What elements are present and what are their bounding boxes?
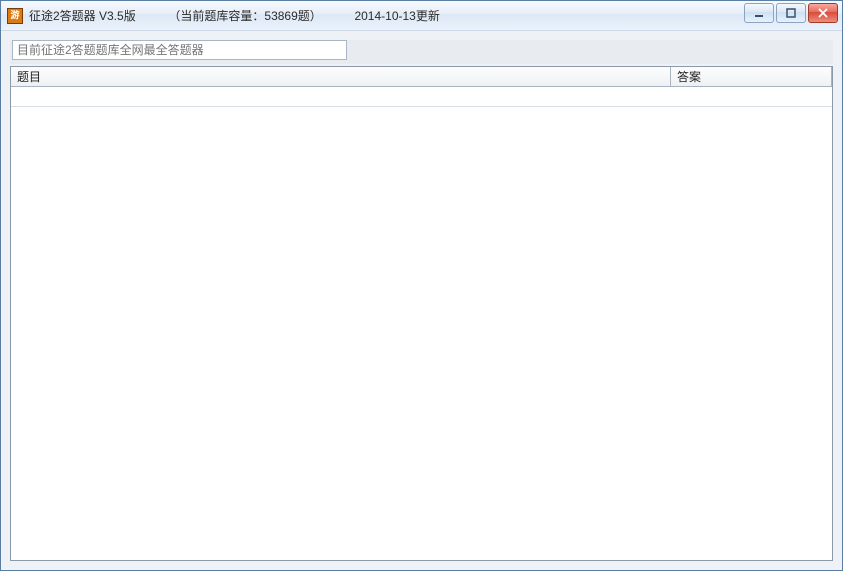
grid-header: 题目 答案 xyxy=(11,67,832,87)
close-button[interactable] xyxy=(808,3,838,23)
minimize-icon xyxy=(754,8,764,18)
titlebar[interactable]: 游 征途2答题器 V3.5版 （当前题库容量：53869题） 2014-10-1… xyxy=(1,1,842,31)
close-icon xyxy=(818,8,828,18)
column-header-answer[interactable]: 答案 xyxy=(671,67,832,86)
grid-body[interactable] xyxy=(11,87,832,560)
title-app-name: 征途2答题器 V3.5版 xyxy=(29,9,136,23)
minimize-button[interactable] xyxy=(744,3,774,23)
maximize-button[interactable] xyxy=(776,3,806,23)
app-icon: 游 xyxy=(7,8,23,24)
client-area: 题目 答案 xyxy=(1,31,842,570)
search-input[interactable] xyxy=(12,40,347,60)
maximize-icon xyxy=(786,8,796,18)
results-grid: 题目 答案 xyxy=(10,66,833,561)
window-title: 征途2答题器 V3.5版 （当前题库容量：53869题） 2014-10-13更… xyxy=(29,7,440,24)
window-controls xyxy=(744,3,838,23)
cell-question xyxy=(11,87,671,106)
search-bar xyxy=(10,40,833,64)
cell-answer xyxy=(671,87,832,106)
title-update-date: 2014-10-13更新 xyxy=(354,9,439,23)
title-db-info: （当前题库容量：53869题） xyxy=(168,9,321,23)
table-row[interactable] xyxy=(11,87,832,107)
column-header-question[interactable]: 题目 xyxy=(11,67,671,86)
app-window: 游 征途2答题器 V3.5版 （当前题库容量：53869题） 2014-10-1… xyxy=(0,0,843,571)
